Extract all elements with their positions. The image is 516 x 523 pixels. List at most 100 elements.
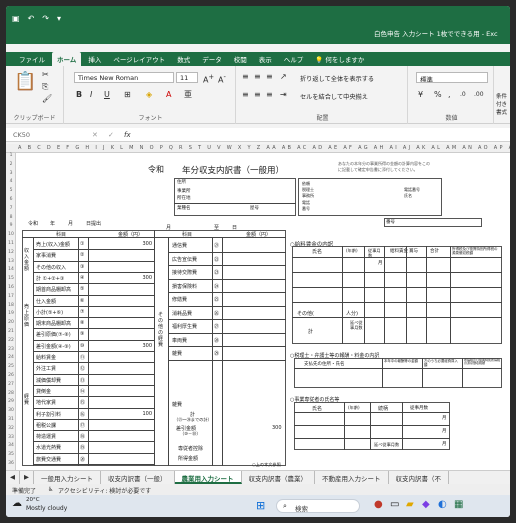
cancel-icon[interactable]: ✕: [92, 130, 98, 140]
row-number[interactable]: 25: [6, 364, 16, 369]
row-number[interactable]: 17: [6, 294, 16, 299]
sheet-tab-general-input[interactable]: 一般用入力シート: [34, 471, 101, 484]
row-number[interactable]: 15: [6, 276, 16, 281]
sheet-tab-statement-agri[interactable]: 収支内訳書（農業）: [242, 471, 315, 484]
sheet-tab-agri-input[interactable]: 農業用入力シート: [174, 471, 242, 484]
row-number[interactable]: 10: [6, 232, 16, 237]
fill-color-icon[interactable]: ◈: [146, 90, 152, 100]
tab-page-layout[interactable]: ページレイアウト: [108, 52, 170, 66]
paste-icon[interactable]: 📋: [14, 72, 36, 92]
row-number[interactable]: 23: [6, 347, 16, 352]
row-number[interactable]: 30: [6, 408, 16, 413]
bold-icon[interactable]: B: [76, 90, 82, 100]
orientation-icon[interactable]: ↗: [280, 72, 287, 82]
row-number[interactable]: 29: [6, 399, 16, 404]
row-number[interactable]: 19: [6, 311, 16, 316]
save-icon[interactable]: ▣: [12, 14, 20, 23]
tab-review[interactable]: 校閲: [229, 52, 252, 66]
border-icon[interactable]: ⊞: [124, 90, 131, 100]
font-size-select[interactable]: 11: [176, 72, 198, 83]
windows-start-icon[interactable]: ⊞: [256, 499, 265, 512]
comma-icon[interactable]: ,: [448, 90, 451, 100]
format-painter-icon[interactable]: 🖌: [42, 94, 52, 104]
number-format-select[interactable]: 標準: [416, 72, 488, 83]
row-number[interactable]: 12: [6, 250, 16, 255]
font-size-increase-icon[interactable]: A+: [203, 72, 214, 86]
row-number[interactable]: 26: [6, 373, 16, 378]
row-number[interactable]: 18: [6, 303, 16, 308]
tab-home[interactable]: ホーム: [52, 52, 82, 66]
row-number[interactable]: 20: [6, 320, 16, 325]
row-number[interactable]: 16: [6, 285, 16, 290]
left-item-amount[interactable]: 300: [90, 241, 152, 247]
increase-decimal-icon[interactable]: .0: [460, 90, 466, 100]
tab-file[interactable]: ファイル: [14, 52, 50, 66]
align-bottom-icon[interactable]: ≡: [266, 72, 273, 82]
font-size-decrease-icon[interactable]: A-: [218, 72, 226, 86]
accessibility-status[interactable]: アクセシビリティ: 検討が必要です: [58, 486, 151, 495]
sheet-nav-left-icon[interactable]: ◀: [6, 471, 20, 484]
sheet-nav-right-icon[interactable]: ▶: [20, 471, 34, 484]
undo-icon[interactable]: ↶: [28, 14, 35, 23]
indent-icon[interactable]: ⇥: [280, 90, 287, 100]
tell-me-search[interactable]: 💡 何をしますか: [310, 52, 369, 66]
row-number[interactable]: 36: [6, 461, 16, 466]
align-center-icon[interactable]: ≡: [254, 90, 261, 100]
sheet-tab-realestate-input[interactable]: 不動産用入力シート: [315, 471, 389, 484]
row-number[interactable]: 3: [6, 171, 16, 176]
align-right-icon[interactable]: ≡: [266, 90, 273, 100]
row-number[interactable]: 35: [6, 452, 16, 457]
cut-icon[interactable]: ✂: [42, 70, 49, 80]
copilot-icon[interactable]: ◆: [422, 499, 430, 510]
font-name-select[interactable]: Times New Roman: [74, 72, 174, 83]
merge-center-button[interactable]: セルを結合して中央揃え: [300, 92, 368, 101]
sheet-tab-statement-realestate[interactable]: 収支内訳書（不: [389, 471, 449, 484]
row-number[interactable]: 9: [6, 223, 16, 228]
formula-input[interactable]: [138, 129, 506, 140]
left-item-amount[interactable]: 300: [90, 343, 152, 349]
row-number[interactable]: 33: [6, 435, 16, 440]
edge-icon[interactable]: ◐: [438, 499, 447, 510]
customize-qat-icon[interactable]: ▾: [57, 14, 61, 23]
decrease-decimal-icon[interactable]: .00: [474, 90, 484, 100]
worksheet[interactable]: A B C D E F G H I J K L M N O P Q R S T …: [6, 144, 510, 470]
percent-icon[interactable]: %: [434, 90, 442, 100]
row-number[interactable]: 22: [6, 338, 16, 343]
align-left-icon[interactable]: ≡: [242, 90, 249, 100]
row-number[interactable]: 24: [6, 355, 16, 360]
italic-icon[interactable]: I: [90, 90, 92, 100]
row-number[interactable]: 1: [6, 153, 16, 158]
align-top-icon[interactable]: ≡: [242, 72, 249, 82]
row-number[interactable]: 31: [6, 417, 16, 422]
align-middle-icon[interactable]: ≡: [254, 72, 261, 82]
tab-formulas[interactable]: 数式: [172, 52, 195, 66]
row-number[interactable]: 11: [6, 241, 16, 246]
tab-view[interactable]: 表示: [254, 52, 277, 66]
copy-icon[interactable]: ⎘: [42, 82, 48, 92]
font-color-icon[interactable]: A: [166, 90, 171, 100]
row-number[interactable]: 7: [6, 206, 16, 211]
row-number[interactable]: 32: [6, 426, 16, 431]
name-box[interactable]: CK50: [10, 130, 70, 140]
underline-icon[interactable]: U: [104, 90, 110, 100]
row-number[interactable]: 28: [6, 391, 16, 396]
tab-help[interactable]: ヘルプ: [279, 52, 309, 66]
row-number[interactable]: 6: [6, 197, 16, 202]
row-number[interactable]: 27: [6, 382, 16, 387]
row-number[interactable]: 21: [6, 329, 16, 334]
row-number[interactable]: 5: [6, 188, 16, 193]
row-number[interactable]: 4: [6, 179, 16, 184]
insert-function-icon[interactable]: fx: [124, 130, 131, 140]
left-item-amount[interactable]: 300: [90, 275, 152, 281]
left-item-amount[interactable]: 100: [90, 411, 152, 417]
taskbar-search[interactable]: ⌕ 検索: [276, 499, 360, 513]
row-number[interactable]: 8: [6, 215, 16, 220]
wrap-text-button[interactable]: 折り返して全体を表示する: [300, 74, 374, 83]
enter-icon[interactable]: ✓: [108, 130, 114, 140]
conditional-format-button[interactable]: 条件付き書式: [496, 92, 510, 116]
task-view-icon[interactable]: ▭: [390, 499, 399, 510]
row-number[interactable]: 14: [6, 267, 16, 272]
excel-taskbar-icon[interactable]: ▦: [454, 499, 463, 510]
row-number[interactable]: 13: [6, 259, 16, 264]
currency-icon[interactable]: ¥: [418, 90, 423, 100]
